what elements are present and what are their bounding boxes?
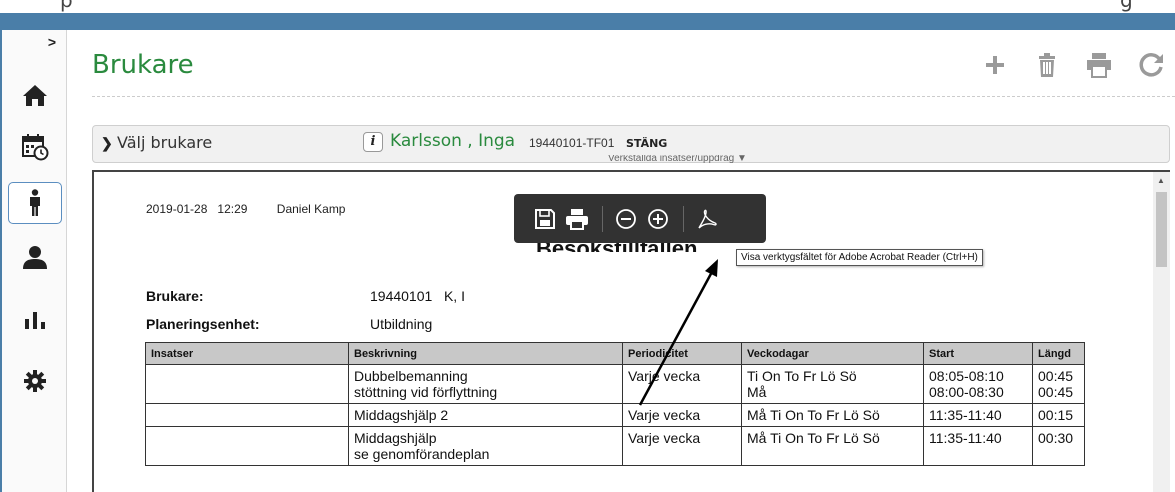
add-button[interactable] [980, 50, 1010, 80]
acrobat-tooltip: Visa verktygsfältet för Adobe Acrobat Re… [736, 249, 983, 266]
sidebar: > [0, 30, 67, 492]
table-cell [145, 426, 349, 466]
table-row: Middagshjälp 2 Varje vecka Må Ti On To F… [145, 403, 1085, 427]
refresh-button[interactable] [1136, 50, 1166, 80]
sidebar-item-statistics[interactable] [8, 298, 62, 340]
field-label: Planeringsenhet: [146, 316, 260, 332]
caption-text-left: p [60, 0, 73, 12]
toolbar-separator [602, 205, 603, 232]
table-cell: Varje vecka [622, 364, 742, 404]
calendar-clock-icon [22, 134, 49, 161]
table-row: Dubbelbemanning stöttning vid förflyttni… [145, 364, 1085, 404]
table-cell: 00:15 [1032, 403, 1085, 427]
column-header: Start [923, 342, 1033, 365]
pdf-acrobat-button[interactable] [694, 206, 720, 232]
table-cell [145, 364, 349, 404]
table-cell: 11:35-11:40 [923, 426, 1033, 466]
table-cell: 00:30 [1032, 426, 1085, 466]
column-header: Beskrivning [348, 342, 623, 365]
scroll-up-icon[interactable]: ▲ [1157, 176, 1165, 185]
field-value: Utbildning [370, 316, 433, 332]
refresh-icon [1139, 53, 1163, 77]
table-cell: Middagshjälp 2 [348, 403, 623, 427]
caption-text-right: g [1120, 0, 1133, 12]
print-icon [1087, 53, 1111, 78]
field-brukare: Brukare: 19440101 K, I [146, 288, 465, 304]
acrobat-icon [698, 209, 717, 229]
executed-interventions-toggle[interactable]: Verkställda insatser/uppdrag ▼ [608, 155, 747, 163]
document-meta: 2019-01-28 12:29 Daniel Kamp [146, 202, 345, 216]
patient-id: 19440101-TF01 [529, 136, 615, 150]
select-patient-bar[interactable]: ❯ Välj brukare i Karlsson , Inga 1944010… [92, 125, 1170, 163]
field-value: 19440101 K, I [370, 288, 465, 304]
document-time: 12:29 [217, 202, 248, 216]
print-button[interactable] [1084, 50, 1114, 80]
table-cell: Varje vecka [622, 426, 742, 466]
pdf-zoom-in-button[interactable] [645, 206, 671, 232]
sidebar-item-settings[interactable] [8, 360, 62, 402]
home-icon [23, 85, 47, 106]
interventions-table: Insatser Beskrivning Periodicitet Veckod… [145, 342, 1085, 466]
table-cell: 00:45 00:45 [1032, 364, 1085, 404]
top-bar [0, 13, 1175, 30]
pdf-save-button[interactable] [532, 206, 558, 232]
header-divider [92, 96, 1175, 97]
select-patient-label: Välj brukare [117, 133, 213, 152]
executed-interventions-label: Verkställda insatser/uppdrag [608, 155, 735, 163]
sidebar-collapse-button[interactable]: > [48, 34, 56, 50]
column-header: Veckodagar [741, 342, 924, 365]
user-icon [23, 246, 47, 269]
vertical-scrollbar[interactable]: ▲ [1153, 172, 1170, 492]
table-cell: Må Ti On To Fr Lö Sö [741, 426, 924, 466]
table-cell: Dubbelbemanning stöttning vid förflyttni… [348, 364, 623, 404]
table-cell: Middagshjälp se genomförandeplan [348, 426, 623, 466]
pdf-zoom-out-button[interactable] [613, 206, 639, 232]
patient-name: Karlsson , Inga [390, 131, 516, 151]
pdf-floating-toolbar [514, 194, 766, 243]
plus-icon [986, 56, 1004, 74]
top-caption: p g [0, 0, 1175, 13]
scrollbar-thumb[interactable] [1156, 192, 1167, 267]
table-cell: Ti On To Fr Lö Sö Må [741, 364, 924, 404]
table-cell: 11:35-11:40 [923, 403, 1033, 427]
document-date: 2019-01-28 [146, 202, 208, 216]
pdf-viewer[interactable]: ▲ 2019-01-28 12:29 Daniel Kamp Besökstil… [92, 170, 1170, 492]
save-icon [535, 208, 555, 229]
table-cell [145, 403, 349, 427]
print-icon [566, 208, 588, 230]
header-actions [980, 50, 1166, 80]
sidebar-item-home[interactable] [8, 74, 62, 116]
close-button[interactable]: STÄNG [626, 137, 667, 150]
chevron-right-icon: ❯ [101, 135, 113, 151]
column-header: Insatser [145, 342, 349, 365]
table-cell: Varje vecka [622, 403, 742, 427]
column-header: Periodicitet [622, 342, 742, 365]
delete-button[interactable] [1032, 50, 1062, 80]
gear-icon [24, 370, 46, 392]
table-header-row: Insatser Beskrivning Periodicitet Veckod… [145, 342, 1085, 365]
table-row: Middagshjälp se genomförandeplan Varje v… [145, 426, 1085, 466]
info-icon[interactable]: i [363, 132, 383, 152]
toolbar-separator [683, 205, 684, 232]
zoom-out-icon [616, 208, 636, 229]
person-standing-icon [30, 189, 40, 216]
sidebar-item-users[interactable] [8, 236, 62, 278]
page-title: Brukare [92, 50, 194, 80]
field-label: Brukare: [146, 288, 204, 304]
sidebar-item-brukare[interactable] [8, 182, 62, 224]
column-header: Längd [1032, 342, 1085, 365]
sidebar-item-schedule[interactable] [8, 126, 62, 168]
bar-chart-icon [25, 312, 45, 329]
zoom-in-icon [648, 208, 668, 229]
field-planeringsenhet: Planeringsenhet: Utbildning [146, 316, 432, 332]
pdf-print-button[interactable] [564, 206, 590, 232]
document-author: Daniel Kamp [276, 202, 346, 216]
table-cell: Må Ti On To Fr Lö Sö [741, 403, 924, 427]
table-cell: 08:05-08:10 08:00-08:30 [923, 364, 1033, 404]
trash-icon [1039, 53, 1055, 77]
